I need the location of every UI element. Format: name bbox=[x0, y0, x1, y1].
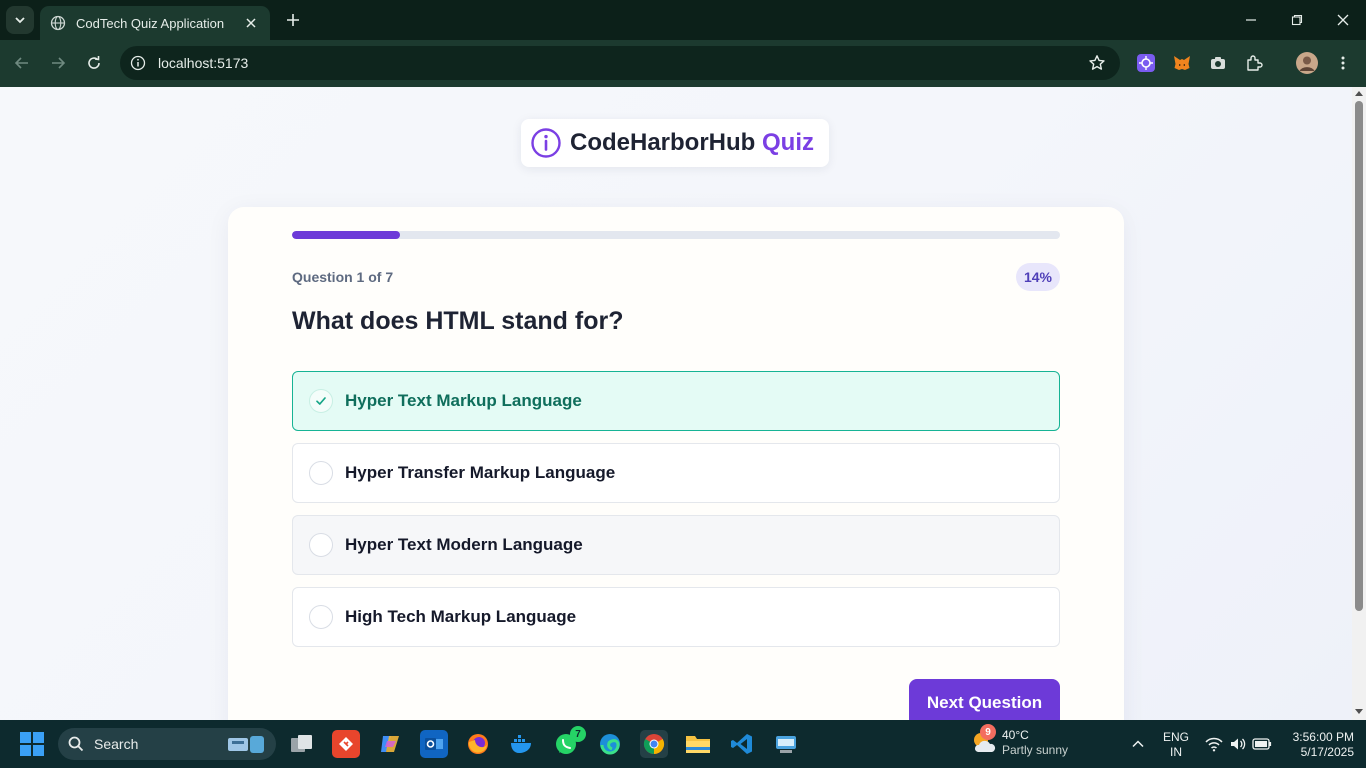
tab-search-button[interactable] bbox=[6, 6, 34, 34]
answer-label: Hyper Text Markup Language bbox=[345, 391, 582, 410]
tab-title: CodTech Quiz Application bbox=[76, 15, 225, 31]
weather-widget[interactable]: 9 40°C Partly sunny bbox=[970, 724, 1069, 758]
answer-option-1[interactable]: Hyper Text Markup Language bbox=[292, 371, 1060, 431]
keyboard-app-icon[interactable] bbox=[772, 730, 800, 758]
language-code: ENG bbox=[1163, 730, 1190, 744]
radio-circle-icon bbox=[309, 461, 333, 485]
docker-icon[interactable] bbox=[508, 730, 536, 758]
search-label: Search bbox=[94, 736, 139, 752]
extensions-puzzle-icon[interactable] bbox=[1243, 52, 1265, 74]
camera-icon[interactable] bbox=[1207, 52, 1229, 74]
radio-circle-icon bbox=[309, 605, 333, 629]
question-text: What does HTML stand for? bbox=[292, 307, 624, 335]
task-view-icon[interactable] bbox=[288, 730, 316, 758]
git-app-icon[interactable] bbox=[332, 730, 360, 758]
answer-label: High Tech Markup Language bbox=[345, 607, 577, 626]
close-window-button[interactable] bbox=[1320, 0, 1366, 40]
page-scrollbar[interactable] bbox=[1352, 87, 1366, 720]
bookmark-star-icon[interactable] bbox=[1088, 54, 1106, 77]
answer-label: Hyper Transfer Markup Language bbox=[345, 463, 616, 482]
scroll-up-arrow-icon[interactable] bbox=[1355, 91, 1363, 96]
app-header: CodeHarborHub Quiz bbox=[521, 119, 829, 167]
whatsapp-badge: 7 bbox=[570, 726, 586, 742]
next-question-button[interactable]: Next Question bbox=[909, 679, 1060, 720]
region-code: IN bbox=[1170, 745, 1182, 759]
brand-accent: Quiz bbox=[762, 129, 815, 156]
answer-option-3[interactable]: Hyper Text Modern Language bbox=[292, 515, 1060, 575]
arrow-left-icon bbox=[14, 57, 28, 69]
chrome-icon[interactable] bbox=[640, 730, 668, 758]
minimize-icon bbox=[1246, 19, 1256, 21]
restore-icon bbox=[1291, 14, 1303, 26]
outlook-icon[interactable] bbox=[420, 730, 448, 758]
browser-menu-icon[interactable] bbox=[1332, 52, 1354, 74]
input-language-indicator[interactable]: ENG IN bbox=[1163, 730, 1189, 760]
back-button[interactable] bbox=[8, 49, 36, 77]
scrollbar-thumb[interactable] bbox=[1355, 101, 1363, 611]
address-bar[interactable]: localhost:5173 bbox=[120, 46, 1120, 80]
scroll-down-arrow-icon[interactable] bbox=[1355, 709, 1363, 714]
browser-toolbar: localhost:5173 bbox=[0, 40, 1366, 87]
reload-button[interactable] bbox=[80, 49, 108, 77]
wifi-icon[interactable] bbox=[1204, 734, 1224, 754]
whatsapp-icon[interactable]: 7 bbox=[552, 726, 586, 758]
chevron-up-icon[interactable] bbox=[1128, 734, 1148, 754]
tab-strip: CodTech Quiz Application bbox=[0, 0, 1366, 40]
weather-description: Partly sunny bbox=[1002, 743, 1069, 757]
windows-start-icon[interactable] bbox=[18, 730, 46, 758]
check-icon bbox=[309, 389, 333, 413]
quiz-card: Question 1 of 7 14% What does HTML stand… bbox=[228, 207, 1124, 720]
app-title: CodeHarborHub Quiz bbox=[570, 129, 814, 157]
reload-icon bbox=[88, 56, 100, 69]
weather-temperature: 40°C bbox=[1002, 728, 1029, 742]
close-icon bbox=[1337, 14, 1349, 26]
minimize-button[interactable] bbox=[1228, 0, 1274, 40]
close-tab-icon[interactable] bbox=[242, 14, 260, 32]
chevron-down-icon bbox=[15, 17, 25, 24]
question-counter: Question 1 of 7 bbox=[292, 269, 394, 285]
clock-date: 5/17/2025 bbox=[1300, 745, 1354, 759]
progress-bar bbox=[292, 231, 1060, 239]
partly-sunny-icon: 9 bbox=[970, 724, 996, 756]
weather-alert-badge: 9 bbox=[980, 724, 996, 740]
vscode-icon[interactable] bbox=[728, 730, 756, 758]
info-circle-icon bbox=[531, 128, 561, 158]
progress-fill bbox=[292, 231, 400, 239]
windows-taskbar: Search 7 9 40°C Partly sunny ENG IN 3:56… bbox=[0, 720, 1366, 768]
volume-icon[interactable] bbox=[1228, 734, 1248, 754]
edge-icon[interactable] bbox=[596, 730, 624, 758]
globe-icon bbox=[50, 15, 66, 31]
metamask-fox-icon[interactable] bbox=[1171, 52, 1193, 74]
system-clock[interactable]: 3:56:00 PM 5/17/2025 bbox=[1293, 730, 1354, 760]
site-info-icon[interactable] bbox=[130, 55, 146, 71]
arrow-right-icon bbox=[52, 57, 66, 69]
taskbar-search-box[interactable]: Search bbox=[58, 728, 276, 760]
answer-label: Hyper Text Modern Language bbox=[345, 535, 583, 554]
clock-time: 3:56:00 PM bbox=[1292, 730, 1354, 744]
forward-button[interactable] bbox=[44, 49, 72, 77]
copilot-icon[interactable] bbox=[376, 730, 404, 758]
new-tab-button[interactable] bbox=[282, 9, 304, 31]
radio-circle-icon bbox=[309, 533, 333, 557]
page-viewport: CodeHarborHub Quiz Question 1 of 7 14% W… bbox=[0, 87, 1352, 720]
progress-percent-badge: 14% bbox=[1015, 263, 1060, 291]
url-text: localhost:5173 bbox=[158, 55, 249, 71]
firefox-icon[interactable] bbox=[464, 730, 492, 758]
browser-tab[interactable]: CodTech Quiz Application bbox=[40, 6, 270, 40]
search-highlight-icon bbox=[228, 736, 264, 753]
answer-option-2[interactable]: Hyper Transfer Markup Language bbox=[292, 443, 1060, 503]
search-icon bbox=[68, 736, 84, 752]
restore-button[interactable] bbox=[1274, 0, 1320, 40]
battery-icon[interactable] bbox=[1252, 734, 1272, 754]
plus-icon bbox=[287, 14, 299, 26]
profile-avatar[interactable] bbox=[1296, 52, 1318, 74]
extension-purple-icon[interactable] bbox=[1135, 52, 1157, 74]
file-explorer-icon[interactable] bbox=[684, 730, 712, 758]
brand-name: CodeHarborHub bbox=[570, 129, 756, 156]
answer-option-4[interactable]: High Tech Markup Language bbox=[292, 587, 1060, 647]
